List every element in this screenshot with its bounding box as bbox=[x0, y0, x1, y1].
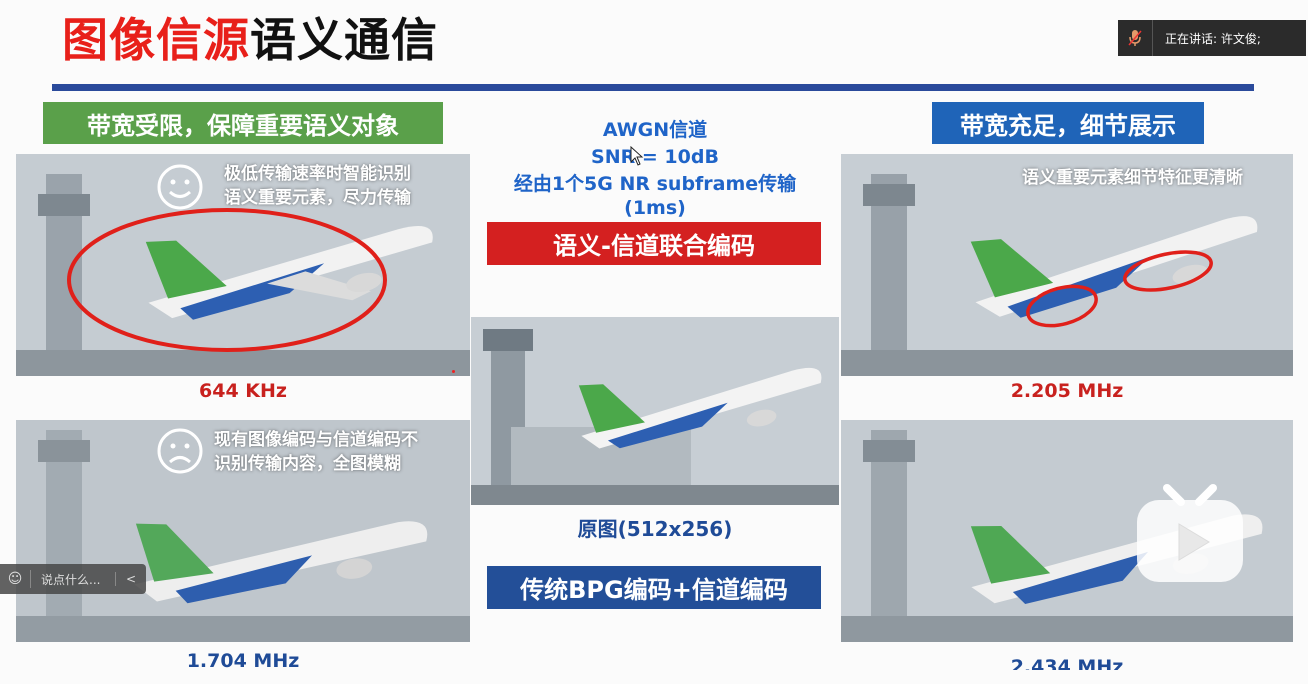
right-banner: 带宽充足，细节展示 bbox=[932, 102, 1204, 144]
left-top-caption: 644 KHz bbox=[199, 380, 287, 402]
channel-info-line2: SNR = 10dB bbox=[591, 146, 719, 168]
speaker-indicator: 正在讲话: 许文俊; bbox=[1118, 20, 1306, 56]
channel-info-line3: 经由1个5G NR subframe传输 bbox=[513, 173, 797, 195]
original-image-caption: 原图(512x256) bbox=[577, 517, 733, 541]
channel-info-line1: AWGN信道 bbox=[602, 119, 708, 141]
slide-title: 图像信源语义通信 bbox=[62, 4, 438, 70]
left-top-note-line2: 语义重要元素，尽力传输 bbox=[224, 188, 411, 208]
chat-divider bbox=[30, 570, 31, 588]
right-bottom-caption: 2.434 MHz bbox=[1010, 656, 1124, 670]
left-top-note: 极低传输速率时智能识别 语义重要元素，尽力传输 bbox=[224, 162, 411, 210]
laser-pointer-dot bbox=[452, 370, 455, 373]
left-bottom-note-line2: 识别传输内容，全图模糊 bbox=[214, 454, 401, 474]
speaker-label: 正在讲话: 许文俊; bbox=[1165, 31, 1261, 46]
semantic-coding-banner: 语义-信道联合编码 bbox=[487, 222, 821, 265]
channel-info: AWGN信道 SNR = 10dB 经由1个5G NR subframe传输 (… bbox=[470, 117, 840, 218]
slide-title-black: 语义通信 bbox=[250, 13, 438, 67]
left-top-note-line1: 极低传输速率时智能识别 bbox=[224, 164, 411, 184]
microphone-muted-icon bbox=[1118, 20, 1153, 56]
collapse-chat-button[interactable]: < bbox=[114, 572, 146, 586]
right-top-caption: 2.205 MHz bbox=[1010, 380, 1124, 402]
chat-input[interactable]: 说点什么... bbox=[41, 571, 100, 588]
emoji-icon[interactable]: ☺ bbox=[0, 571, 30, 587]
traditional-coding-banner: 传统BPG编码+信道编码 bbox=[487, 566, 821, 609]
original-image bbox=[471, 317, 839, 505]
tv-logo-icon bbox=[1135, 484, 1245, 584]
channel-info-line4: (1ms) bbox=[624, 197, 686, 219]
mouse-cursor-icon bbox=[630, 146, 644, 166]
left-banner: 带宽受限，保障重要语义对象 bbox=[43, 102, 443, 144]
left-bottom-note-line1: 现有图像编码与信道编码不 bbox=[214, 430, 418, 450]
left-bottom-caption: 1.704 MHz bbox=[186, 650, 300, 672]
slide-title-red: 图像信源 bbox=[62, 13, 250, 67]
title-rule bbox=[52, 84, 1254, 91]
left-bottom-note: 现有图像编码与信道编码不 识别传输内容，全图模糊 bbox=[214, 428, 418, 476]
right-top-note: 语义重要元素细节特征更清晰 bbox=[1022, 168, 1243, 188]
chat-input-bar[interactable]: ☺ 说点什么... < bbox=[0, 564, 146, 594]
